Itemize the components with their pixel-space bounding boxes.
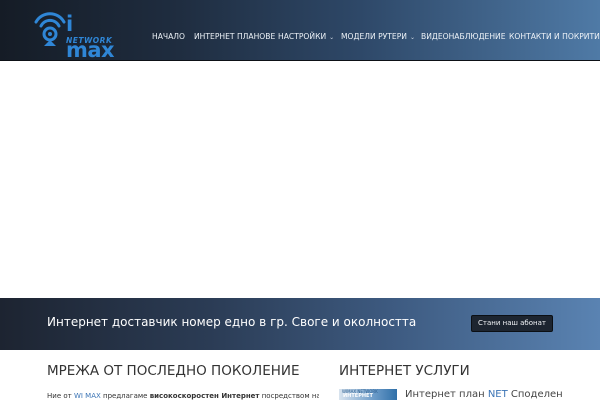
nav-item-internet-plans[interactable]: ИНТЕРНЕТ ПЛАНОВЕ (194, 31, 275, 43)
nav-label: ВИДЕОНАБЛЮДЕНИЕ (421, 32, 506, 41)
intro-brand-link[interactable]: WI MAX (74, 392, 101, 400)
nav-label: ИНТЕРНЕТ ПЛАНОВЕ (194, 32, 276, 41)
main-nav: НАЧАЛО ИНТЕРНЕТ ПЛАНОВЕ НАСТРОЙКИ ⌄ МОДЕЛ… (0, 31, 600, 43)
service-title-link[interactable]: Интернет план NET Споделен (405, 388, 563, 400)
intro-after: посредством нашата (261, 392, 319, 400)
nav-item-router-models[interactable]: МОДЕЛИ РУТЕРИ ⌄ (341, 31, 415, 43)
intro-paragraph: Ние от WI MAX предлагаме високоскоростен… (47, 390, 319, 400)
service-thumbnail[interactable]: WIMAX NETWORK ИНТЕРНЕТ (339, 389, 397, 400)
site-header: i max NETWORK НАЧАЛО ИНТЕРНЕТ ПЛАНОВЕ НА… (0, 0, 600, 62)
nav-item-contacts-coverage[interactable]: КОНТАКТИ И ПОКРИТИЕ (509, 31, 600, 43)
right-section-title: ИНТЕРНЕТ УСЛУГИ (339, 363, 470, 379)
service-title-before: Интернет план (405, 389, 488, 400)
chevron-down-icon: ⌄ (409, 34, 415, 41)
thumb-label: ИНТЕРНЕТ (343, 393, 373, 399)
service-title-after: Споделен (507, 389, 563, 400)
nav-item-home[interactable]: НАЧАЛО (152, 31, 185, 43)
nav-item-video-surveillance[interactable]: ВИДЕОНАБЛЮДЕНИЕ (421, 31, 506, 43)
intro-middle: предлагаме (100, 392, 150, 400)
nav-item-settings[interactable]: НАСТРОЙКИ ⌄ (278, 31, 334, 43)
left-section-title: МРЕЖА ОТ ПОСЛЕДНО ПОКОЛЕНИЕ (47, 363, 300, 379)
nav-label: МОДЕЛИ РУТЕРИ (341, 32, 407, 41)
chevron-down-icon: ⌄ (329, 34, 335, 41)
banner-text: Интернет доставчик номер едно в гр. Свог… (47, 315, 417, 329)
intro-before: Ние от (47, 392, 74, 400)
nav-label: КОНТАКТИ И ПОКРИТИЕ (509, 32, 600, 41)
nav-label: НАЧАЛО (152, 32, 185, 41)
service-title-net: NET (487, 389, 508, 400)
hero-area (0, 61, 600, 298)
nav-label: НАСТРОЙКИ (278, 32, 327, 41)
intro-bold: високоскоростен Интернет (149, 392, 260, 400)
subscribe-button[interactable]: Стани наш абонат (471, 315, 553, 332)
